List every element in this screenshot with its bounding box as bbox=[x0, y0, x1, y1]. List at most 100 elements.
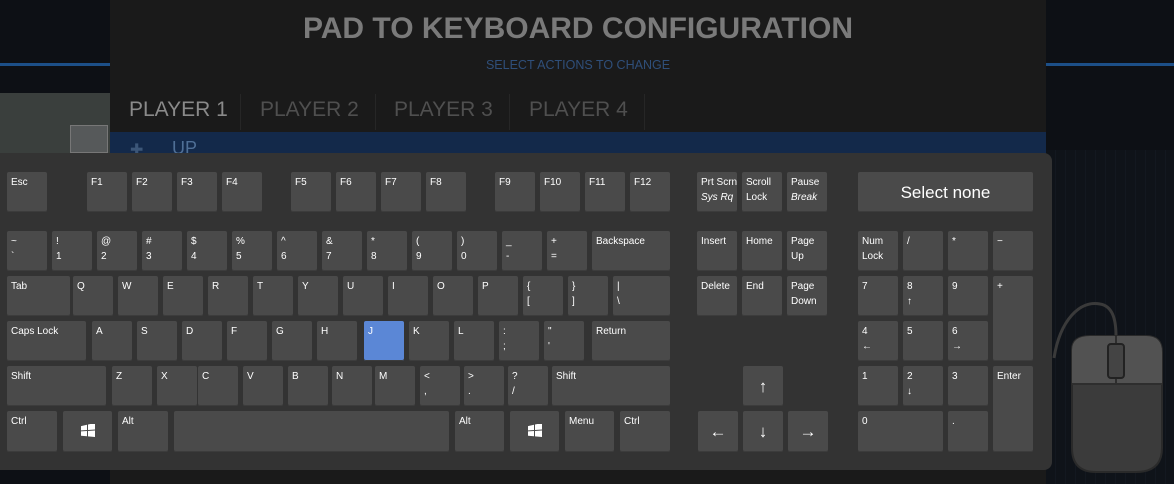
key-f10[interactable]: F10 bbox=[540, 172, 580, 212]
key-arrow-up[interactable]: ↑ bbox=[743, 366, 783, 406]
key-home[interactable]: Home bbox=[742, 231, 782, 271]
key-ctrl-right[interactable]: Ctrl bbox=[620, 411, 670, 452]
key-k[interactable]: K bbox=[409, 321, 449, 361]
key-n[interactable]: N bbox=[332, 366, 372, 406]
tab-player-1[interactable]: PLAYER 1 bbox=[129, 98, 228, 122]
key-f12[interactable]: F12 bbox=[630, 172, 670, 212]
key-numpad-minus[interactable]: − bbox=[993, 231, 1033, 271]
key-g[interactable]: G bbox=[272, 321, 312, 361]
key-quote[interactable]: " ' bbox=[544, 321, 584, 361]
key-numpad-0[interactable]: 0 bbox=[858, 411, 943, 452]
key-space[interactable] bbox=[174, 411, 449, 452]
key-0[interactable]: ) 0 bbox=[457, 231, 497, 271]
key-arrow-left[interactable]: ← bbox=[698, 411, 738, 452]
key-2[interactable]: @2 bbox=[97, 231, 137, 271]
key-f[interactable]: F bbox=[227, 321, 267, 361]
key-ctrl-left[interactable]: Ctrl bbox=[7, 411, 57, 452]
key-esc[interactable]: Esc bbox=[7, 172, 47, 212]
key-backtick[interactable]: ~ ` bbox=[7, 231, 47, 271]
key-pause[interactable]: Pause Break bbox=[787, 172, 827, 212]
key-t[interactable]: T bbox=[253, 276, 293, 316]
key-end[interactable]: End bbox=[742, 276, 782, 316]
key-s[interactable]: S bbox=[137, 321, 177, 361]
key-tab[interactable]: Tab bbox=[7, 276, 70, 316]
key-backslash[interactable]: | \ bbox=[613, 276, 670, 316]
key-l[interactable]: L bbox=[454, 321, 494, 361]
key-x[interactable]: X bbox=[157, 366, 197, 406]
key-numpad-2[interactable]: 2 ↓ bbox=[903, 366, 943, 406]
key-f8[interactable]: F8 bbox=[426, 172, 466, 212]
key-f2[interactable]: F2 bbox=[132, 172, 172, 212]
key-windows-right[interactable] bbox=[510, 411, 559, 452]
key-numpad-6[interactable]: 6 → bbox=[948, 321, 988, 361]
key-arrow-right[interactable]: → bbox=[788, 411, 828, 452]
key-print-screen[interactable]: Prt Scrn Sys Rq bbox=[697, 172, 737, 212]
key-equals[interactable]: + = bbox=[547, 231, 587, 271]
key-alt-left[interactable]: Alt bbox=[118, 411, 168, 452]
key-d[interactable]: D bbox=[182, 321, 222, 361]
key-period[interactable]: >. bbox=[464, 366, 504, 406]
key-numpad-5[interactable]: 5 bbox=[903, 321, 943, 361]
tab-player-2[interactable]: PLAYER 2 bbox=[260, 98, 359, 122]
key-menu[interactable]: Menu bbox=[565, 411, 614, 452]
tab-player-4[interactable]: PLAYER 4 bbox=[529, 98, 628, 122]
key-alt-right[interactable]: Alt bbox=[455, 411, 504, 452]
key-1[interactable]: ! 1 bbox=[52, 231, 92, 271]
key-return[interactable]: Return bbox=[592, 321, 670, 361]
key-z[interactable]: Z bbox=[112, 366, 152, 406]
key-c[interactable]: C bbox=[198, 366, 238, 406]
key-num-lock[interactable]: Num Lock bbox=[858, 231, 898, 271]
key-6[interactable]: ^ 6 bbox=[277, 231, 317, 271]
key-u[interactable]: U bbox=[343, 276, 383, 316]
key-numpad-8[interactable]: 8 ↑ bbox=[903, 276, 943, 316]
key-q[interactable]: Q bbox=[73, 276, 113, 316]
key-arrow-down[interactable]: ↓ bbox=[743, 411, 783, 452]
key-windows-left[interactable] bbox=[63, 411, 112, 452]
key-scroll-lock[interactable]: Scroll Lock bbox=[742, 172, 782, 212]
key-5[interactable]: % 5 bbox=[232, 231, 272, 271]
key-left-bracket[interactable]: {[ bbox=[523, 276, 563, 316]
tab-player-3[interactable]: PLAYER 3 bbox=[394, 98, 493, 122]
key-9[interactable]: (9 bbox=[412, 231, 452, 271]
key-y[interactable]: Y bbox=[298, 276, 338, 316]
key-f1[interactable]: F1 bbox=[87, 172, 127, 212]
key-7[interactable]: & 7 bbox=[322, 231, 362, 271]
key-numpad-4[interactable]: 4 ← bbox=[858, 321, 898, 361]
select-none-button[interactable]: Select none bbox=[858, 172, 1033, 212]
key-h[interactable]: H bbox=[317, 321, 357, 361]
key-comma[interactable]: <, bbox=[420, 366, 460, 406]
key-r[interactable]: R bbox=[208, 276, 248, 316]
key-f4[interactable]: F4 bbox=[222, 172, 262, 212]
key-numpad-7[interactable]: 7 bbox=[858, 276, 898, 316]
key-insert[interactable]: Insert bbox=[697, 231, 737, 271]
key-e[interactable]: E bbox=[163, 276, 203, 316]
key-minus[interactable]: _ - bbox=[502, 231, 542, 271]
key-f9[interactable]: F9 bbox=[495, 172, 535, 212]
key-8[interactable]: * 8 bbox=[367, 231, 407, 271]
key-delete[interactable]: Delete bbox=[697, 276, 737, 316]
key-numpad-plus[interactable]: + bbox=[993, 276, 1033, 361]
mouse-icon[interactable] bbox=[1050, 300, 1174, 484]
key-f3[interactable]: F3 bbox=[177, 172, 217, 212]
key-numpad-9[interactable]: 9 bbox=[948, 276, 988, 316]
key-p[interactable]: P bbox=[478, 276, 518, 316]
key-v[interactable]: V bbox=[243, 366, 283, 406]
key-4[interactable]: $4 bbox=[187, 231, 227, 271]
key-backspace[interactable]: Backspace bbox=[592, 231, 670, 271]
key-right-bracket[interactable]: }] bbox=[568, 276, 608, 316]
key-f11[interactable]: F11 bbox=[585, 172, 625, 212]
key-3[interactable]: #3 bbox=[142, 231, 182, 271]
key-page-up[interactable]: Page Up bbox=[787, 231, 827, 271]
key-b[interactable]: B bbox=[288, 366, 328, 406]
key-shift-right[interactable]: Shift bbox=[552, 366, 670, 406]
key-a[interactable]: A bbox=[92, 321, 132, 361]
key-w[interactable]: W bbox=[118, 276, 158, 316]
key-page-down[interactable]: Page Down bbox=[787, 276, 827, 316]
key-j[interactable]: J bbox=[364, 321, 404, 361]
key-i[interactable]: I bbox=[388, 276, 428, 316]
key-numpad-decimal[interactable]: . bbox=[948, 411, 988, 452]
key-caps-lock[interactable]: Caps Lock bbox=[7, 321, 86, 361]
key-f7[interactable]: F7 bbox=[381, 172, 421, 212]
key-slash[interactable]: ? / bbox=[508, 366, 548, 406]
key-numpad-enter[interactable]: Enter bbox=[993, 366, 1033, 452]
